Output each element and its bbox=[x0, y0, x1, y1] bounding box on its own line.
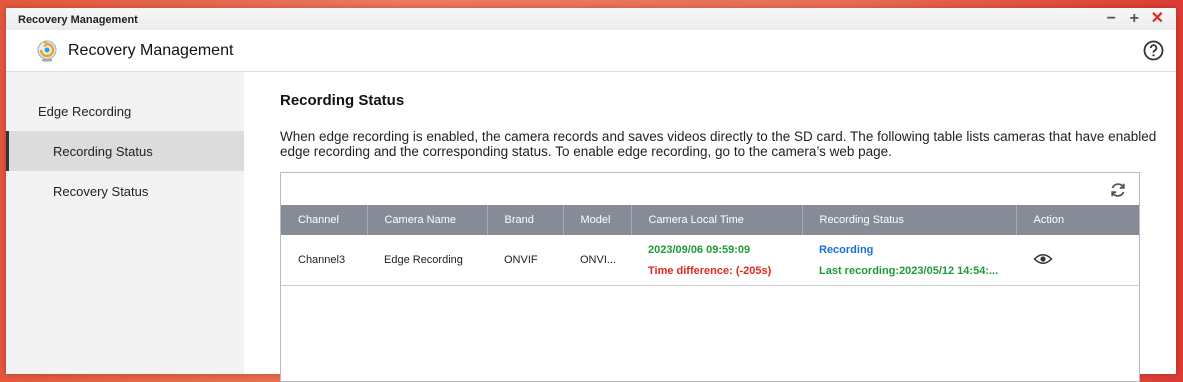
recording-status-table: Channel Camera Name Brand Model Camera L… bbox=[281, 205, 1139, 286]
sidebar-item-recovery-status[interactable]: Recovery Status bbox=[6, 171, 244, 211]
table-row[interactable]: Channel3 Edge Recording ONVIF ONVI... 20… bbox=[281, 235, 1139, 286]
sidebar-item-label: Recovery Status bbox=[53, 184, 149, 199]
table-header-row: Channel Camera Name Brand Model Camera L… bbox=[281, 205, 1139, 235]
cell-camera-name: Edge Recording bbox=[367, 235, 487, 286]
window-title: Recovery Management bbox=[18, 14, 138, 26]
sidebar-item-label: Edge Recording bbox=[38, 104, 132, 119]
eye-icon[interactable] bbox=[1033, 252, 1053, 266]
cell-channel: Channel3 bbox=[281, 235, 367, 286]
recording-status-table-panel: Channel Camera Name Brand Model Camera L… bbox=[280, 172, 1140, 382]
app-title: Recovery Management bbox=[68, 42, 234, 59]
column-header-recording-status[interactable]: Recording Status bbox=[802, 205, 1017, 235]
page-description: When edge recording is enabled, the came… bbox=[280, 129, 1157, 159]
last-recording: Last recording:2023/05/12 14:54:... bbox=[819, 264, 999, 277]
app-window: Recovery Management − + ✕ Recovery Manag… bbox=[6, 8, 1176, 382]
cell-action bbox=[1016, 235, 1139, 286]
recording-status-value: Recording bbox=[819, 243, 874, 256]
sidebar-item-edge-recording[interactable]: Edge Recording bbox=[6, 91, 244, 131]
sidebar-item-label: Recording Status bbox=[53, 144, 153, 159]
main-content: Recording Status When edge recording is … bbox=[244, 72, 1176, 382]
cell-brand: ONVIF bbox=[487, 235, 563, 286]
close-button[interactable]: ✕ bbox=[1151, 11, 1164, 27]
sidebar-item-recording-status[interactable]: Recording Status bbox=[6, 131, 244, 171]
column-header-channel[interactable]: Channel bbox=[281, 205, 368, 235]
sidebar: Edge Recording Recording Status Recovery… bbox=[6, 72, 244, 374]
refresh-icon[interactable] bbox=[1109, 181, 1127, 199]
minimize-button[interactable]: − bbox=[1107, 11, 1116, 27]
local-time-value: 2023/09/06 09:59:09 bbox=[648, 243, 751, 256]
column-header-camera-local-time[interactable]: Camera Local Time bbox=[631, 205, 803, 235]
help-icon[interactable] bbox=[1143, 40, 1164, 61]
maximize-button[interactable]: + bbox=[1130, 11, 1139, 27]
window-titlebar[interactable]: Recovery Management − + ✕ bbox=[6, 8, 1176, 30]
cell-model: ONVI... bbox=[563, 235, 631, 286]
cell-recording-status: Recording Last recording:2023/05/12 14:5… bbox=[802, 235, 1016, 286]
recovery-app-icon bbox=[37, 40, 57, 62]
time-difference: Time difference: (-205s) bbox=[648, 264, 772, 277]
app-header: Recovery Management bbox=[6, 30, 1176, 72]
column-header-model[interactable]: Model bbox=[563, 205, 632, 235]
page-title: Recording Status bbox=[280, 92, 405, 109]
column-header-camera-name[interactable]: Camera Name bbox=[367, 205, 488, 235]
column-header-brand[interactable]: Brand bbox=[487, 205, 564, 235]
column-header-action: Action bbox=[1016, 205, 1139, 235]
cell-camera-local-time: 2023/09/06 09:59:09 Time difference: (-2… bbox=[631, 235, 802, 286]
